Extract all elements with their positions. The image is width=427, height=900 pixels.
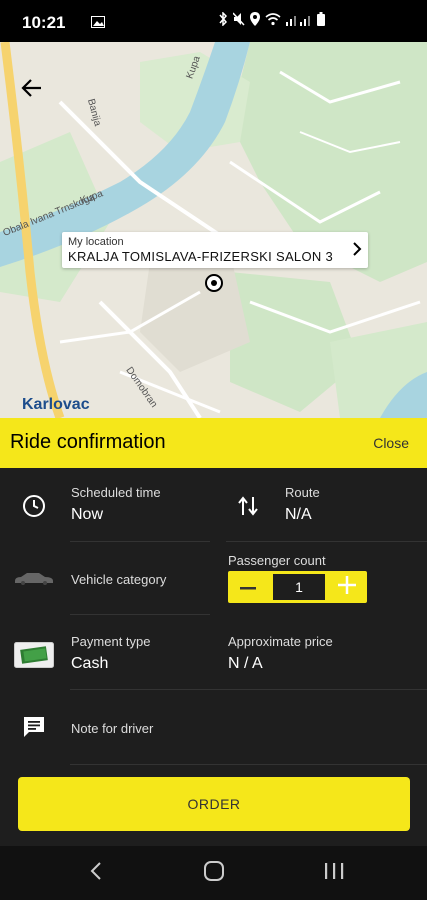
ride-details-panel: Scheduled time Now Route N/A Vehicle cat… — [0, 468, 427, 846]
mute-icon — [232, 12, 245, 31]
bluetooth-icon — [218, 11, 228, 31]
page-title: Ride confirmation — [10, 431, 166, 453]
minus-icon — [240, 578, 256, 596]
divider — [70, 689, 427, 690]
nav-recents-button[interactable] — [320, 860, 348, 886]
increment-button[interactable] — [327, 571, 367, 603]
chevron-right-icon — [352, 242, 362, 261]
my-location-card[interactable]: My location KRALJA TOMISLAVA-FRIZERSKI S… — [62, 232, 368, 268]
passenger-count-value: 1 — [273, 574, 325, 600]
status-time: 10:21 — [22, 13, 66, 32]
system-nav-bar — [0, 846, 427, 900]
location-value: KRALJA TOMISLAVA-FRIZERSKI SALON 3 — [68, 249, 333, 264]
location-label: My location — [68, 236, 124, 248]
plus-icon — [338, 575, 356, 599]
approximate-price-value: N / A — [228, 655, 263, 672]
nav-back-button[interactable] — [82, 860, 110, 886]
status-icons — [218, 11, 325, 31]
wifi-icon — [265, 12, 281, 31]
route-label: Route — [285, 485, 320, 500]
recents-icon — [323, 861, 345, 886]
back-button[interactable] — [14, 72, 50, 108]
divider — [70, 764, 427, 765]
note-icon — [21, 714, 47, 740]
arrow-left-icon — [21, 77, 43, 104]
back-chevron-icon — [90, 861, 102, 886]
status-bar: 10:21 — [0, 0, 427, 42]
ride-confirmation-header: Ride confirmation Close — [0, 418, 427, 468]
clock-icon — [20, 492, 48, 520]
location-pin-icon — [205, 274, 223, 292]
vehicle-category-label[interactable]: Vehicle category — [71, 572, 166, 587]
nav-home-button[interactable] — [200, 860, 228, 886]
payment-type-label: Payment type — [71, 634, 151, 649]
map-view[interactable]: Kupa Banija Obala Ivana Trnskoga Kupa Do… — [0, 42, 427, 418]
passenger-count-label: Passenger count — [228, 553, 326, 568]
payment-type-value[interactable]: Cash — [71, 655, 108, 673]
note-for-driver-label[interactable]: Note for driver — [71, 721, 153, 736]
gallery-icon — [91, 15, 105, 33]
approximate-price-label: Approximate price — [228, 634, 333, 649]
divider — [70, 541, 210, 542]
map-label-city: Karlovac — [22, 396, 90, 413]
order-button[interactable]: ORDER — [18, 777, 410, 831]
scheduled-time-value[interactable]: Now — [71, 506, 103, 524]
battery-icon — [317, 12, 325, 31]
passenger-count-stepper: 1 — [228, 571, 367, 603]
decrement-button[interactable] — [228, 571, 268, 603]
close-button[interactable]: Close — [373, 435, 409, 451]
divider — [70, 614, 210, 615]
location-icon — [250, 12, 260, 31]
scheduled-time-label: Scheduled time — [71, 485, 161, 500]
divider — [226, 541, 427, 542]
route-icon — [234, 492, 262, 520]
signal-icon — [286, 13, 312, 31]
cash-icon — [14, 642, 54, 668]
car-icon — [12, 570, 56, 586]
home-icon — [203, 860, 225, 887]
route-value[interactable]: N/A — [285, 506, 312, 524]
